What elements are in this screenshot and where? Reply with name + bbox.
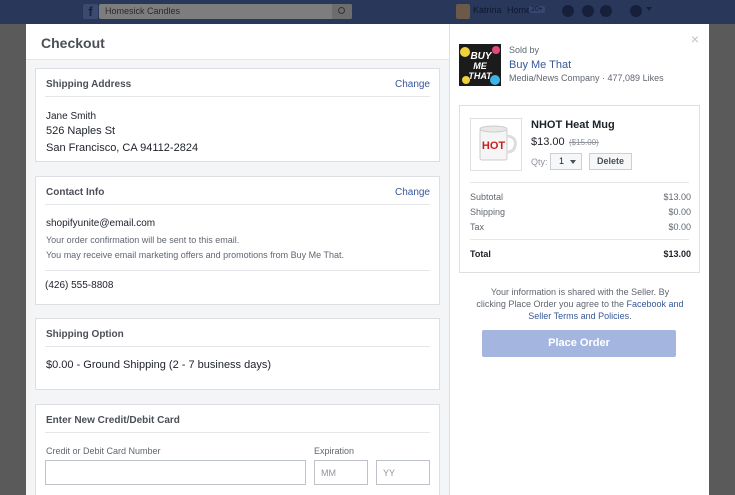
product-image: HOT: [470, 118, 522, 171]
legal-period: .: [629, 311, 632, 321]
card-number-label: Credit or Debit Card Number: [46, 446, 161, 456]
divider: [45, 270, 430, 271]
shipping-option-value[interactable]: $0.00 - Ground Shipping (2 - 7 business …: [46, 359, 271, 371]
seller-logo-text-2: ME: [473, 61, 487, 71]
expiration-year-input[interactable]: [376, 460, 430, 485]
tax-label: Tax: [470, 222, 485, 232]
contact-info-section: Contact Info Change shopifyunite@email.c…: [35, 176, 440, 305]
expiration-month-input[interactable]: [314, 460, 368, 485]
email-marketing-note: You may receive email marketing offers a…: [46, 250, 344, 260]
delete-button[interactable]: Delete: [589, 153, 632, 170]
seller-name-link[interactable]: Buy Me That: [509, 59, 571, 71]
legal-line-1: Your information is shared with the Sell…: [490, 287, 670, 297]
sold-by-label: Sold by: [509, 45, 540, 55]
expiration-label: Expiration: [314, 446, 355, 456]
subtotal-row: Subtotal $13.00: [470, 192, 691, 202]
shipping-address-change-link[interactable]: Change: [395, 79, 430, 90]
close-icon[interactable]: ×: [691, 31, 699, 47]
seller-logo[interactable]: BUY ME THAT: [459, 44, 501, 86]
help-icon[interactable]: [630, 5, 642, 17]
legal-line-2: clicking Place Order you agree to the: [476, 299, 624, 309]
product-original-price: ($15.00): [569, 138, 599, 147]
seller-meta: Media/News Company · 477,089 Likes: [509, 73, 664, 83]
contact-phone: (426) 555-8808: [45, 280, 114, 291]
checkout-title: Checkout: [41, 35, 105, 51]
payment-card-title: Enter New Credit/Debit Card: [46, 415, 180, 426]
shipping-row: Shipping $0.00: [470, 207, 691, 217]
order-summary-panel: × BUY ME THAT Sold by Buy Me That Media/…: [451, 24, 709, 495]
contact-info-title: Contact Info: [46, 187, 105, 198]
seller-logo-text-3: THAT: [468, 71, 493, 81]
email-confirmation-note: Your order confirmation will be sent to …: [46, 235, 240, 245]
total-value: $13.00: [663, 249, 691, 259]
subtotal-value: $13.00: [663, 192, 691, 202]
facebook-search-input[interactable]: Homesick Candles: [99, 4, 352, 19]
facebook-top-bar: f Homesick Candles Katrina Home 20+: [0, 0, 735, 24]
total-label: Total: [470, 249, 491, 259]
tax-value: $0.00: [668, 222, 691, 232]
mug-text: HOT: [482, 140, 506, 152]
messages-icon[interactable]: [582, 5, 594, 17]
tax-row: Tax $0.00: [470, 222, 691, 232]
recipient-name: Jane Smith: [46, 111, 97, 122]
shipping-value: $0.00: [668, 207, 691, 217]
shipping-address-title: Shipping Address: [46, 79, 132, 90]
checkout-modal: Checkout Shipping Address Change Jane Sm…: [26, 24, 709, 495]
place-order-button[interactable]: Place Order: [482, 330, 676, 357]
checkout-header: Checkout: [26, 24, 449, 60]
subtotal-label: Subtotal: [470, 192, 504, 202]
product-name: NHOT Heat Mug: [531, 119, 615, 131]
home-count-badge: 20+: [529, 6, 545, 13]
friend-requests-icon[interactable]: [562, 5, 574, 17]
product-price: $13.00: [531, 136, 565, 148]
city-state-zip: San Francisco, CA 94112-2824: [46, 142, 199, 154]
facebook-logo-icon[interactable]: f: [83, 4, 98, 19]
notifications-globe-icon[interactable]: [600, 5, 612, 17]
contact-email: shopifyunite@email.com: [46, 218, 156, 229]
order-summary-box: HOT NHOT Heat Mug $13.00 ($15.00) Qty: 1…: [459, 105, 700, 273]
chevron-down-icon: [570, 160, 576, 164]
quantity-value: 1: [559, 156, 565, 166]
card-number-input[interactable]: [45, 460, 306, 485]
seller-terms-link[interactable]: Seller Terms and Policies: [528, 311, 629, 321]
contact-info-change-link[interactable]: Change: [395, 187, 430, 198]
quantity-select[interactable]: 1: [550, 153, 582, 170]
shipping-option-title: Shipping Option: [46, 329, 124, 340]
account-menu-chevron-down-icon[interactable]: [646, 7, 652, 11]
street-address: 526 Naples St: [46, 125, 116, 137]
quantity-label: Qty:: [531, 157, 548, 167]
shipping-option-section: Shipping Option $0.00 - Ground Shipping …: [35, 318, 440, 390]
profile-avatar[interactable]: [456, 4, 470, 19]
divider: [470, 239, 689, 240]
facebook-terms-link[interactable]: Facebook and: [627, 299, 684, 309]
shipping-address-section: Shipping Address Change Jane Smith 526 N…: [35, 68, 440, 162]
divider: [470, 182, 689, 183]
home-link[interactable]: Home: [507, 5, 531, 15]
checkout-form-panel: Checkout Shipping Address Change Jane Sm…: [26, 24, 450, 495]
total-row: Total $13.00: [470, 249, 691, 259]
legal-notice: Your information is shared with the Sell…: [461, 286, 699, 322]
payment-card-section: Enter New Credit/Debit Card Credit or De…: [35, 404, 440, 495]
shipping-label: Shipping: [470, 207, 506, 217]
profile-name-link[interactable]: Katrina: [473, 5, 502, 15]
search-icon[interactable]: [332, 4, 352, 19]
